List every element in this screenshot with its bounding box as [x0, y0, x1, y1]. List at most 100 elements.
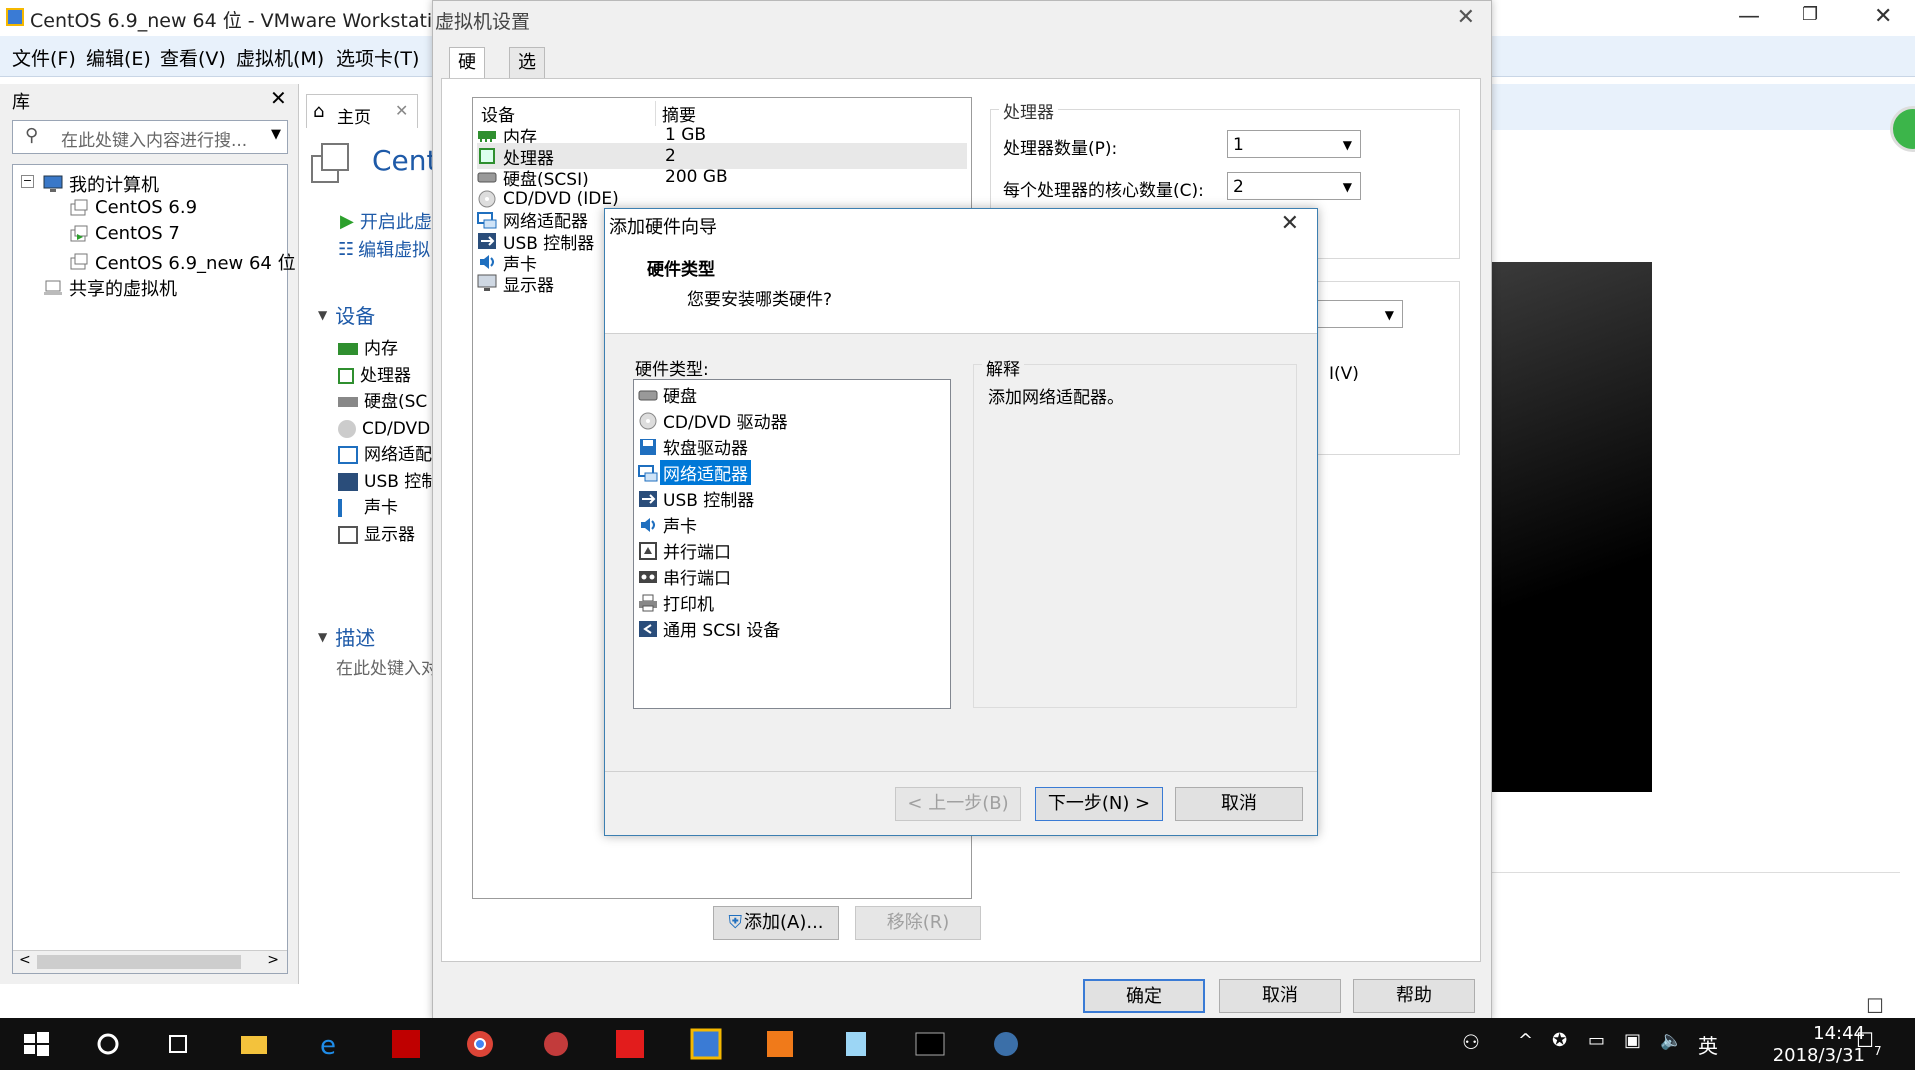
note-icon[interactable]: ☐	[1866, 994, 1884, 1018]
volume-icon[interactable]: 🔈	[1660, 1030, 1682, 1051]
restore-icon[interactable]: ❐	[1802, 4, 1818, 25]
filezilla-icon[interactable]	[390, 1028, 422, 1060]
scroll-thumb[interactable]	[37, 955, 241, 969]
edit-vm-link[interactable]: ☷ 编辑虚拟	[338, 236, 430, 262]
library-search-input[interactable]: ⚲ 在此处键入内容进行搜... ▼	[12, 120, 288, 154]
tab-hardware[interactable]: 硬件	[449, 47, 485, 103]
horizontal-scrollbar[interactable]: < >	[13, 950, 287, 973]
menu-edit[interactable]: 编辑(E)	[86, 44, 151, 71]
wizard-subheading: 您要安装哪类硬件?	[687, 290, 833, 310]
menu-vm[interactable]: 虚拟机(M)	[236, 44, 324, 71]
hardware-type-item[interactable]: 通用 SCSI 设备	[638, 616, 783, 641]
library-title: 库	[12, 92, 30, 113]
ime-indicator[interactable]: 英	[1698, 1030, 1718, 1059]
power-on-label: 开启此虚	[359, 212, 432, 233]
cortana-icon[interactable]	[92, 1028, 124, 1060]
hardware-type-item[interactable]: CD/DVD 驱动器	[638, 408, 791, 433]
vmware-taskbar-icon[interactable]	[690, 1028, 722, 1060]
hardware-type-item[interactable]: 串行端口	[638, 564, 734, 589]
cpu-icon	[338, 367, 354, 384]
network-adapter-icon	[338, 446, 358, 465]
device-summary-label: CD/DVD	[362, 418, 431, 439]
tab-close-icon[interactable]: ✕	[395, 101, 408, 120]
hardware-type-label: USB 控制器	[663, 491, 755, 511]
memory-icon	[477, 126, 497, 144]
help-button[interactable]: 帮助	[1353, 979, 1475, 1013]
minimize-icon[interactable]: —	[1738, 4, 1760, 29]
chevron-up-icon[interactable]: ^	[1518, 1030, 1533, 1051]
tree-item-vm[interactable]: CentOS 6.9_new 64 位	[69, 249, 296, 275]
hardware-type-item[interactable]: USB 控制器	[638, 486, 757, 511]
hardware-type-item[interactable]: 声卡	[638, 512, 700, 537]
cancel-button[interactable]: 取消	[1219, 979, 1341, 1013]
search-dropdown-icon[interactable]: ▼	[271, 127, 281, 142]
hardware-type-item[interactable]: 硬盘	[638, 382, 700, 407]
hardware-type-item[interactable]: 软盘驱动器	[638, 434, 751, 459]
hardware-type-item[interactable]: 网络适配器	[638, 460, 751, 485]
tree-item-shared-vms[interactable]: 共享的虚拟机	[43, 275, 177, 301]
divider	[1490, 872, 1900, 873]
close-icon[interactable]: ✕	[1874, 4, 1892, 29]
power-on-link[interactable]: ▶ 开启此虚	[340, 208, 432, 234]
app-icon[interactable]	[990, 1028, 1022, 1060]
device-summary-item: 处理器	[338, 363, 438, 390]
people-icon[interactable]: ⚇	[1462, 1030, 1480, 1054]
wizard-cancel-button[interactable]: 取消	[1175, 787, 1303, 821]
tree-item-my-computer[interactable]: 我的计算机	[43, 171, 159, 197]
scroll-right-icon[interactable]: >	[267, 952, 279, 968]
pdf-icon[interactable]	[764, 1028, 796, 1060]
remove-hardware-button[interactable]: 移除(R)	[855, 906, 981, 940]
action-center-icon[interactable]: ☐	[1856, 1028, 1874, 1052]
library-tree: − 我的计算机 CentOS 6.9 CentOS 7 CentOS 6.9_n…	[12, 164, 296, 974]
scroll-left-icon[interactable]: <	[19, 952, 31, 968]
description-heading[interactable]: ▼ 描述	[318, 622, 375, 651]
memory-icon	[338, 343, 358, 356]
add-hardware-button[interactable]: ⛨ 添加(A)...	[713, 906, 839, 940]
edge-icon[interactable]: e	[314, 1028, 346, 1061]
network-adapter-icon	[477, 211, 497, 229]
youdao-icon[interactable]	[614, 1028, 646, 1060]
app-icon[interactable]	[540, 1028, 572, 1060]
menu-view[interactable]: 查看(V)	[160, 44, 226, 71]
hardware-type-item[interactable]: 打印机	[638, 590, 717, 615]
explanation-title: 解释	[982, 355, 1024, 380]
hardware-type-label: CD/DVD 驱动器	[663, 413, 788, 433]
wizard-heading: 硬件类型	[647, 260, 715, 280]
tab-options[interactable]: 选项	[509, 47, 545, 103]
next-button[interactable]: 下一步(N) >	[1035, 787, 1163, 821]
library-search-placeholder: 在此处键入内容进行搜...	[61, 131, 248, 151]
cores-per-processor-select[interactable]: 2 ▼	[1227, 172, 1361, 200]
hardware-type-item[interactable]: 并行端口	[638, 538, 734, 563]
terminal-icon[interactable]	[914, 1028, 946, 1060]
ok-button[interactable]: 确定	[1083, 979, 1205, 1013]
sound-card-icon	[338, 499, 358, 518]
clock[interactable]: 14:44 2018/3/31	[1773, 1023, 1865, 1067]
back-button[interactable]: < 上一步(B)	[895, 787, 1021, 821]
hard-disk-icon	[638, 386, 658, 404]
library-close-icon[interactable]: ✕	[270, 86, 287, 110]
menu-tabs[interactable]: 选项卡(T)	[336, 44, 419, 71]
settings-close-icon[interactable]: ✕	[1457, 5, 1475, 30]
tray-app-icon[interactable]: ✪	[1552, 1030, 1567, 1051]
windows-start-icon[interactable]	[20, 1028, 52, 1060]
notepad-icon[interactable]	[840, 1028, 872, 1060]
cpu-icon	[477, 147, 497, 165]
processor-count-select[interactable]: 1 ▼	[1227, 130, 1361, 158]
chrome-icon[interactable]	[464, 1028, 496, 1060]
task-view-icon[interactable]	[162, 1028, 194, 1060]
tree-item-vm[interactable]: CentOS 7	[69, 223, 180, 244]
edit-vm-label: 编辑虚拟	[358, 240, 431, 261]
menu-file[interactable]: 文件(F)	[12, 44, 76, 71]
network-icon[interactable]: ▣	[1624, 1030, 1641, 1051]
collapse-icon[interactable]: −	[21, 175, 34, 188]
description-placeholder[interactable]: 在此处键入对	[336, 654, 438, 679]
battery-icon[interactable]: ▭	[1588, 1030, 1605, 1051]
device-name: 显示器	[503, 275, 554, 296]
devices-heading[interactable]: ▼ 设备	[318, 300, 375, 329]
tab-home[interactable]: ⌂ 主页 ✕	[306, 94, 418, 131]
vm-screen[interactable]	[1490, 262, 1652, 792]
device-summary: 1 GB	[665, 125, 707, 145]
tree-item-vm[interactable]: CentOS 6.9	[69, 197, 197, 218]
file-explorer-icon[interactable]	[238, 1028, 270, 1060]
wizard-close-icon[interactable]: ✕	[1281, 211, 1299, 236]
